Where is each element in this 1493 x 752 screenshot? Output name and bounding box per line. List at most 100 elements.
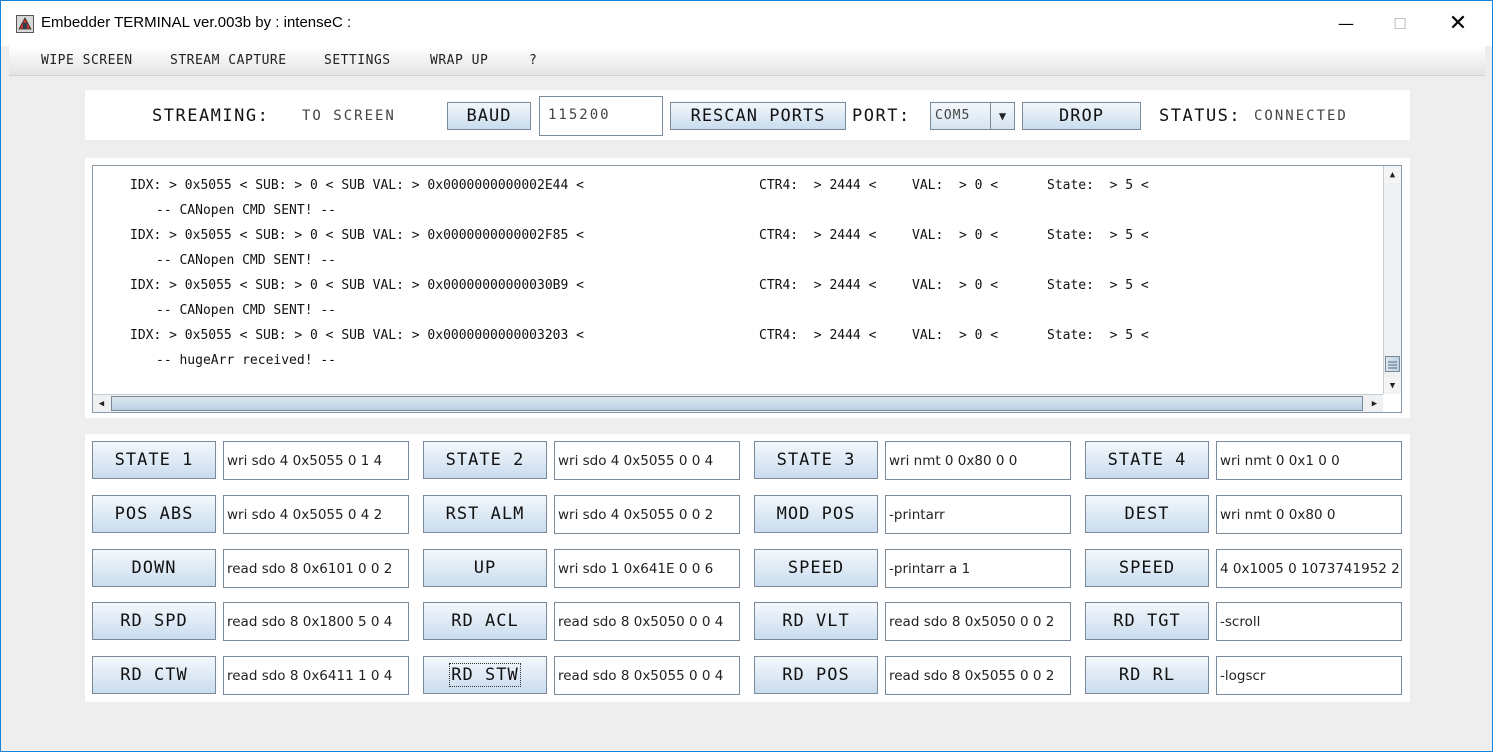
rescan-ports-button[interactable]: RESCAN PORTS bbox=[670, 102, 846, 130]
command-input[interactable]: wri sdo 4 0x5055 0 0 4 bbox=[554, 441, 740, 480]
command-button-rd-spd[interactable]: RD SPD bbox=[92, 602, 216, 640]
command-input[interactable]: wri sdo 4 0x5055 0 0 2 bbox=[554, 495, 740, 534]
command-button-label: RD STW bbox=[449, 663, 521, 687]
menu-bar: WIPE SCREEN STREAM CAPTURE SETTINGS WRAP… bbox=[9, 46, 1485, 76]
command-button-dest[interactable]: DEST bbox=[1085, 495, 1209, 533]
scroll-up-icon[interactable]: ▲ bbox=[1384, 166, 1401, 183]
port-label: PORT: bbox=[852, 106, 911, 126]
command-input-value: read sdo 8 0x1800 5 0 4 bbox=[227, 613, 393, 630]
streaming-value: TO SCREEN bbox=[302, 108, 396, 124]
command-button-rd-vlt[interactable]: RD VLT bbox=[754, 602, 878, 640]
command-button-label: STATE 3 bbox=[776, 450, 856, 470]
command-input[interactable]: read sdo 8 0x5050 0 0 4 bbox=[554, 602, 740, 641]
command-input-value: wri sdo 4 0x5055 0 1 4 bbox=[227, 452, 383, 469]
console-line-val: VAL: > 0 < bbox=[912, 228, 999, 243]
console-line-val: VAL: > 0 < bbox=[912, 328, 999, 343]
command-input[interactable]: read sdo 8 0x6411 1 0 4 bbox=[223, 656, 409, 695]
command-button-label: RD RL bbox=[1118, 665, 1176, 685]
console-output[interactable]: IDX: > 0x5055 < SUB: > 0 < SUB VAL: > 0x… bbox=[92, 165, 1402, 413]
command-input-value: read sdo 8 0x6101 0 0 2 bbox=[227, 560, 393, 577]
console-line-val: VAL: > 0 < bbox=[912, 178, 999, 193]
command-input[interactable]: -printarr a 1 bbox=[885, 549, 1071, 588]
minimize-button[interactable]: — bbox=[1317, 1, 1375, 46]
drop-button[interactable]: DROP bbox=[1022, 102, 1141, 130]
command-input[interactable]: wri nmt 0 0x80 0 bbox=[1216, 495, 1402, 534]
command-button-rd-pos[interactable]: RD POS bbox=[754, 656, 878, 694]
command-button-label: MOD POS bbox=[776, 504, 856, 524]
command-input[interactable]: wri nmt 0 0x1 0 0 bbox=[1216, 441, 1402, 480]
horizontal-scrollbar[interactable]: ◀ ▶ bbox=[93, 394, 1383, 412]
command-button-speed[interactable]: SPEED bbox=[1085, 549, 1209, 587]
menu-stream-capture[interactable]: STREAM CAPTURE bbox=[170, 53, 287, 68]
horizontal-scroll-thumb[interactable] bbox=[111, 396, 1363, 411]
vertical-scroll-thumb[interactable] bbox=[1385, 356, 1400, 372]
command-input-value: -printarr bbox=[889, 506, 945, 523]
console-line-state: State: > 5 < bbox=[1047, 178, 1149, 193]
command-button-label: POS ABS bbox=[114, 504, 194, 524]
baud-input[interactable]: 115200 bbox=[539, 96, 663, 136]
command-input[interactable]: wri sdo 1 0x641E 0 0 6 bbox=[554, 549, 740, 588]
command-button-label: UP bbox=[473, 558, 497, 578]
command-input-value: read sdo 8 0x5050 0 0 4 bbox=[558, 613, 724, 630]
command-button-label: RD VLT bbox=[782, 611, 850, 631]
console-line-ctr: CTR4: > 2444 < bbox=[759, 328, 877, 343]
drop-button-label: DROP bbox=[1059, 106, 1104, 126]
status-value: CONNECTED bbox=[1254, 108, 1348, 124]
baud-input-value: 115200 bbox=[548, 107, 611, 123]
menu-settings[interactable]: SETTINGS bbox=[324, 53, 391, 68]
command-button-rd-stw[interactable]: RD STW bbox=[423, 656, 547, 694]
command-button-state-3[interactable]: STATE 3 bbox=[754, 441, 878, 479]
command-input[interactable]: read sdo 8 0x5055 0 0 2 bbox=[885, 656, 1071, 695]
command-input[interactable]: -printarr bbox=[885, 495, 1071, 534]
maximize-icon: ☐ bbox=[1393, 14, 1407, 33]
command-button-label: SPEED bbox=[787, 558, 845, 578]
console-line-message: -- CANopen CMD SENT! -- bbox=[156, 253, 337, 268]
maximize-button[interactable]: ☐ bbox=[1371, 1, 1429, 46]
command-button-down[interactable]: DOWN bbox=[92, 549, 216, 587]
command-input[interactable]: read sdo 8 0x5050 0 0 2 bbox=[885, 602, 1071, 641]
baud-button[interactable]: BAUD bbox=[447, 102, 531, 130]
command-button-state-4[interactable]: STATE 4 bbox=[1085, 441, 1209, 479]
command-input[interactable]: wri nmt 0 0x80 0 0 bbox=[885, 441, 1071, 480]
menu-help[interactable]: ? bbox=[529, 53, 537, 68]
scroll-right-icon[interactable]: ▶ bbox=[1366, 395, 1383, 412]
command-button-pos-abs[interactable]: POS ABS bbox=[92, 495, 216, 533]
command-input-value: read sdo 8 0x5050 0 0 2 bbox=[889, 613, 1055, 630]
console-line-val: VAL: > 0 < bbox=[912, 278, 999, 293]
command-button-up[interactable]: UP bbox=[423, 549, 547, 587]
close-button[interactable]: ✕ bbox=[1429, 1, 1487, 46]
command-button-label: RD POS bbox=[782, 665, 850, 685]
title-bar[interactable]: Embedder TERMINAL ver.003b by : intenseC… bbox=[1, 1, 1492, 46]
command-input-value: wri sdo 1 0x641E 0 0 6 bbox=[558, 560, 714, 577]
vertical-scrollbar[interactable]: ▲ ▼ bbox=[1383, 166, 1401, 394]
command-button-rd-rl[interactable]: RD RL bbox=[1085, 656, 1209, 694]
command-input-value: 4 0x1005 0 1073741952 2 bbox=[1220, 560, 1400, 577]
command-input[interactable]: read sdo 8 0x1800 5 0 4 bbox=[223, 602, 409, 641]
command-input[interactable]: 4 0x1005 0 1073741952 2 bbox=[1216, 549, 1402, 588]
command-input[interactable]: -scroll bbox=[1216, 602, 1402, 641]
command-input-value: read sdo 8 0x6411 1 0 4 bbox=[227, 667, 393, 684]
command-button-label: RD SPD bbox=[120, 611, 188, 631]
command-button-speed[interactable]: SPEED bbox=[754, 549, 878, 587]
command-input[interactable]: read sdo 8 0x6101 0 0 2 bbox=[223, 549, 409, 588]
command-button-state-2[interactable]: STATE 2 bbox=[423, 441, 547, 479]
command-button-rd-acl[interactable]: RD ACL bbox=[423, 602, 547, 640]
command-button-mod-pos[interactable]: MOD POS bbox=[754, 495, 878, 533]
menu-wrap-up[interactable]: WRAP UP bbox=[430, 53, 488, 68]
command-button-state-1[interactable]: STATE 1 bbox=[92, 441, 216, 479]
command-button-rd-tgt[interactable]: RD TGT bbox=[1085, 602, 1209, 640]
command-input[interactable]: wri sdo 4 0x5055 0 4 2 bbox=[223, 495, 409, 534]
command-input-value: -scroll bbox=[1220, 613, 1261, 630]
app-icon bbox=[16, 15, 34, 33]
chevron-down-icon[interactable]: ▼ bbox=[990, 103, 1014, 129]
command-input[interactable]: wri sdo 4 0x5055 0 1 4 bbox=[223, 441, 409, 480]
command-input[interactable]: -logscr bbox=[1216, 656, 1402, 695]
command-button-rst-alm[interactable]: RST ALM bbox=[423, 495, 547, 533]
scroll-left-icon[interactable]: ◀ bbox=[93, 395, 110, 412]
scroll-down-icon[interactable]: ▼ bbox=[1384, 377, 1401, 394]
command-input[interactable]: read sdo 8 0x5055 0 0 4 bbox=[554, 656, 740, 695]
port-select[interactable]: COM5 ▼ bbox=[930, 102, 1015, 130]
grip-icon bbox=[1388, 361, 1397, 369]
menu-wipe-screen[interactable]: WIPE SCREEN bbox=[41, 53, 133, 68]
command-button-rd-ctw[interactable]: RD CTW bbox=[92, 656, 216, 694]
